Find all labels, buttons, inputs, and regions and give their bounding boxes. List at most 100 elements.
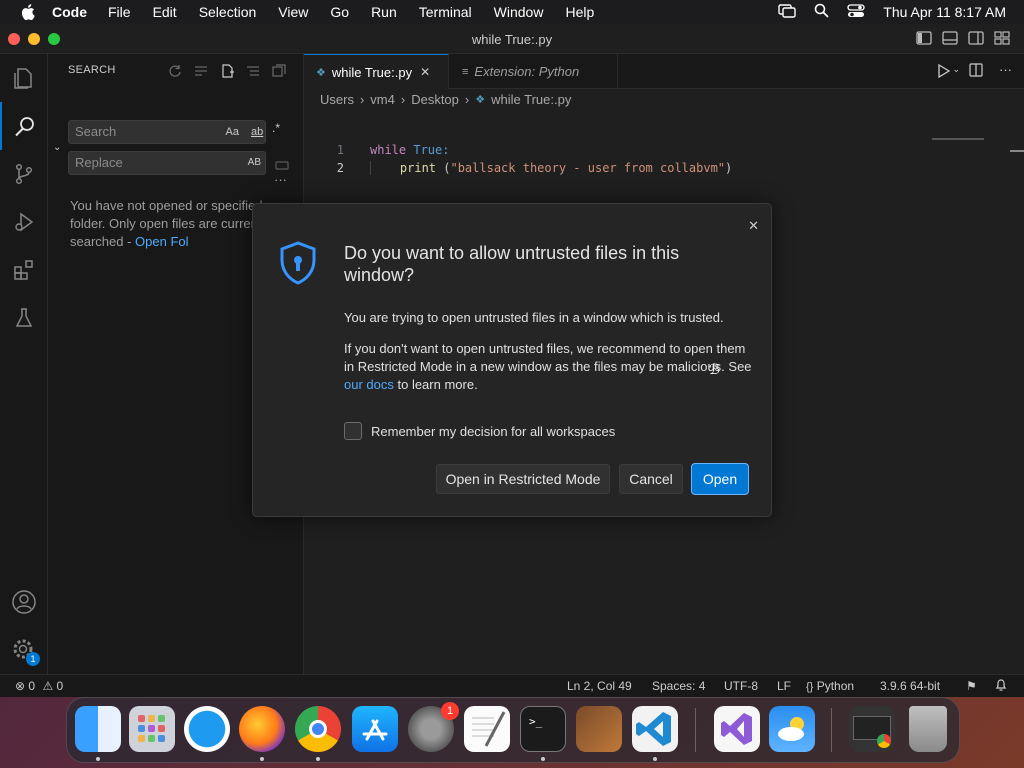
finder-icon[interactable] [75, 706, 121, 752]
new-search-editor-icon[interactable] [221, 64, 235, 78]
code-line[interactable]: 1 while True: [304, 141, 944, 159]
feedback-icon[interactable]: ⚑ [966, 679, 977, 693]
manage-gear-icon[interactable]: 1 [0, 626, 48, 674]
run-python-file-icon[interactable] [938, 63, 951, 81]
clear-results-icon[interactable] [194, 64, 208, 78]
close-tab-icon[interactable]: ✕ [420, 65, 430, 79]
cursor-position[interactable]: Ln 2, Col 49 [567, 679, 632, 693]
minimap[interactable] [932, 138, 984, 140]
tab-while-true[interactable]: ❖ while True:.py ✕ [304, 54, 449, 89]
notifications-bell-icon[interactable] [995, 678, 1007, 695]
replace-all-icon[interactable] [275, 158, 289, 173]
terminal-icon[interactable]: >_ [520, 706, 566, 752]
editor-more-actions-icon[interactable]: ··· [999, 62, 1012, 77]
launchpad-icon[interactable] [129, 706, 175, 752]
open-button[interactable]: Open [692, 464, 748, 494]
apple-icon[interactable] [18, 3, 36, 21]
problems-indicator[interactable]: ⊗ 0 ⚠ 0 [15, 679, 63, 693]
chrome-icon[interactable] [295, 706, 341, 752]
search-icon[interactable] [0, 102, 48, 150]
visual-studio-icon[interactable] [714, 706, 760, 752]
menu-terminal[interactable]: Terminal [419, 4, 472, 20]
running-indicator [260, 757, 264, 761]
remember-decision-checkbox[interactable]: Remember my decision for all workspaces [344, 422, 615, 440]
collapse-all-icon[interactable] [272, 64, 286, 78]
running-indicator [653, 757, 657, 761]
open-folder-link[interactable]: Open Fol [135, 234, 188, 249]
line-number: 1 [336, 143, 344, 157]
checkbox-label: Remember my decision for all workspaces [371, 423, 616, 439]
spotlight-search-icon[interactable] [814, 3, 829, 21]
checkbox-box[interactable] [344, 422, 362, 440]
weather-icon[interactable] [769, 706, 815, 752]
toggle-secondary-sidebar-icon[interactable] [968, 31, 984, 45]
close-dialog-icon[interactable]: ✕ [748, 218, 759, 234]
screen-mirroring-icon[interactable] [778, 3, 796, 21]
menu-selection[interactable]: Selection [199, 4, 257, 20]
app-store-icon[interactable] [352, 706, 398, 752]
firefox-icon[interactable] [239, 706, 285, 752]
menu-run[interactable]: Run [371, 4, 397, 20]
menu-edit[interactable]: Edit [153, 4, 177, 20]
instruments-icon[interactable] [576, 706, 622, 752]
extensions-icon[interactable] [0, 246, 48, 294]
preserve-case-toggle[interactable]: AB [248, 152, 261, 174]
menu-window[interactable]: Window [494, 4, 544, 20]
app-menu[interactable]: Code [52, 4, 87, 20]
encoding[interactable]: UTF-8 [724, 679, 758, 693]
replace-input[interactable]: Replace AB [68, 151, 266, 175]
refresh-icon[interactable] [168, 64, 182, 78]
shield-icon [277, 240, 319, 289]
breadcrumb-vm4[interactable]: vm4 [370, 92, 395, 107]
customize-layout-icon[interactable] [994, 31, 1010, 45]
control-center-icon[interactable] [847, 3, 865, 21]
cancel-button[interactable]: Cancel [619, 464, 683, 494]
dock-divider [831, 708, 832, 752]
more-options-icon[interactable]: ··· [274, 172, 287, 187]
code-line[interactable]: 2 print ("ballsack theory - user from co… [304, 159, 944, 177]
safari-icon[interactable] [184, 706, 230, 752]
menu-go[interactable]: Go [330, 4, 349, 20]
accounts-icon[interactable] [0, 578, 48, 626]
menu-help[interactable]: Help [565, 4, 594, 20]
split-editor-icon[interactable] [969, 63, 983, 80]
code-function: print [399, 161, 437, 175]
dialog-detail: If you don't want to open untrusted file… [344, 341, 752, 392]
view-as-tree-icon[interactable] [246, 64, 260, 78]
source-control-icon[interactable] [0, 150, 48, 198]
match-case-toggle[interactable]: Aa [226, 121, 239, 143]
breadcrumb-file[interactable]: while True:.py [491, 92, 571, 107]
breadcrumb-users[interactable]: Users [320, 92, 354, 107]
code-keyword: while [370, 143, 407, 157]
menu-clock[interactable]: Thu Apr 11 8:17 AM [883, 4, 1006, 20]
trash-icon[interactable] [909, 706, 947, 752]
scrollbar-indicator[interactable] [1010, 150, 1024, 152]
indentation[interactable]: Spaces: 4 [652, 679, 705, 693]
menu-view[interactable]: View [278, 4, 308, 20]
textedit-icon[interactable] [464, 706, 510, 752]
open-restricted-mode-button[interactable]: Open in Restricted Mode [436, 464, 610, 494]
language-mode[interactable]: {} Python [806, 679, 854, 693]
end-of-line[interactable]: LF [777, 679, 791, 693]
explorer-icon[interactable] [0, 54, 48, 102]
testing-icon[interactable] [0, 294, 48, 342]
python-interpreter[interactable]: 3.9.6 64-bit [880, 679, 940, 693]
tab-bar: ❖ while True:.py ✕ ≡ Extension: Python ⌄… [304, 54, 1024, 89]
braces-icon: {} [806, 681, 814, 693]
menu-file[interactable]: File [108, 4, 131, 20]
run-dropdown-chevron-icon[interactable]: ⌄ [952, 64, 960, 75]
toggle-replace-chevron-icon[interactable]: ⌄ [53, 142, 61, 153]
our-docs-link[interactable]: our docs [344, 377, 394, 392]
dialog-message: You are trying to open untrusted files i… [344, 310, 724, 325]
vscode-icon[interactable] [632, 706, 678, 752]
breadcrumb-desktop[interactable]: Desktop [411, 92, 459, 107]
run-debug-icon[interactable] [0, 198, 48, 246]
toggle-panel-icon[interactable] [942, 31, 958, 45]
chrome-window-icon[interactable] [849, 706, 895, 752]
whole-word-toggle[interactable]: ab [251, 121, 267, 143]
dialog-title: Do you want to allow untrusted files in … [344, 243, 680, 285]
toggle-primary-sidebar-icon[interactable] [916, 31, 932, 45]
tab-extension-python[interactable]: ≡ Extension: Python [450, 54, 618, 89]
regex-toggle[interactable]: .* [272, 121, 280, 135]
search-input[interactable]: Search Aa ab [68, 120, 266, 144]
